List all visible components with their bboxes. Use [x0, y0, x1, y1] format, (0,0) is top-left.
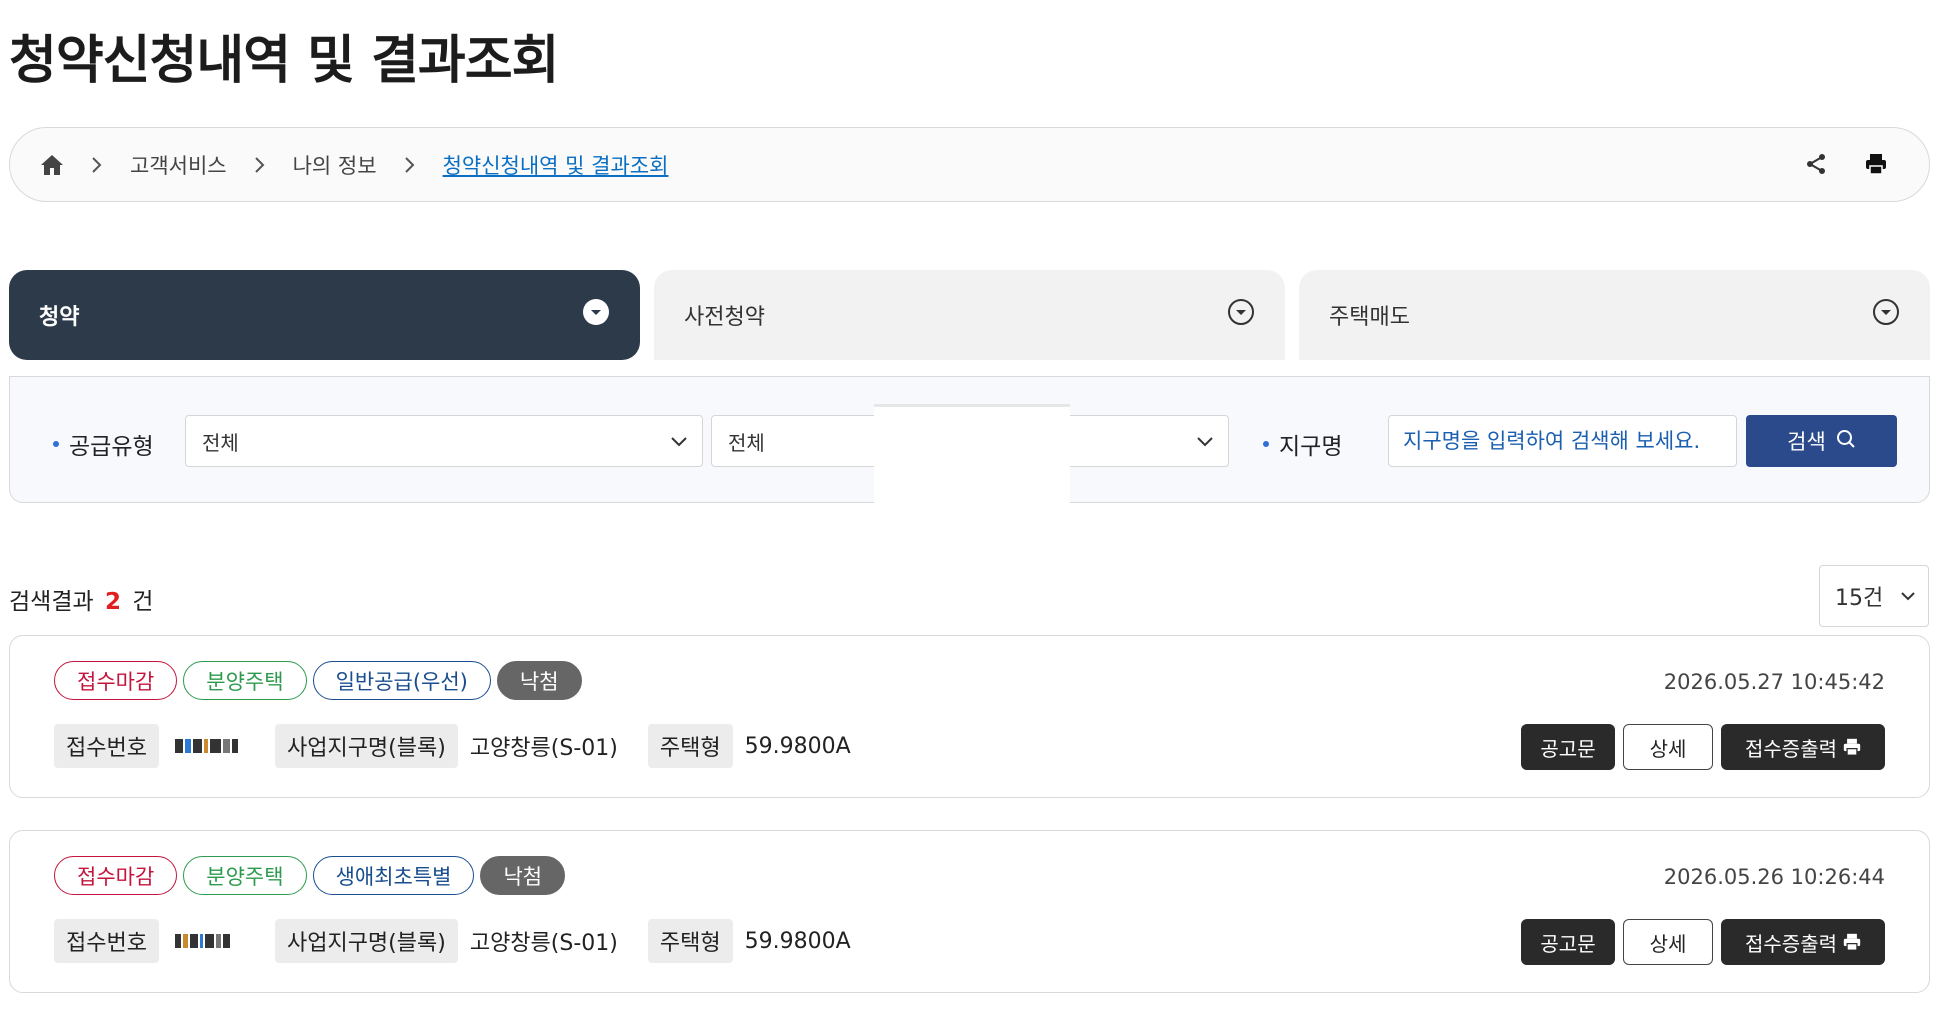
result-count: 검색결과 2 건	[9, 582, 153, 616]
supply-type-label: 공급유형	[53, 427, 154, 461]
chevron-down-circle-icon	[1227, 298, 1255, 326]
chevron-right-icon	[80, 156, 114, 174]
receipt-label: 접수번호	[54, 919, 159, 963]
status-badges: 접수마감 분양주택 생애최초특별 낙첨	[54, 856, 566, 895]
dropdown-overlay	[874, 404, 1070, 504]
status-badge: 접수마감	[54, 661, 178, 700]
receipt-number-masked	[174, 933, 245, 949]
result-badge: 낙첨	[496, 661, 582, 700]
tab-label: 주택매도	[1329, 305, 1410, 330]
chevron-right-icon	[243, 156, 277, 174]
category-tabs: 청약 사전청약 주택매도	[9, 270, 1930, 360]
breadcrumb-item-customer-service[interactable]: 고객서비스	[130, 150, 227, 180]
tab-house-sale[interactable]: 주택매도	[1299, 270, 1930, 360]
district-value: 고양창릉(S-01)	[469, 931, 618, 956]
search-icon	[1836, 429, 1856, 454]
application-card: 접수마감 분양주택 일반공급(우선) 낙첨 2026.05.27 10:45:4…	[9, 635, 1930, 798]
bullet-icon	[1263, 441, 1269, 447]
house-type-value: 59.9800A	[744, 733, 851, 759]
status-badges: 접수마감 분양주택 일반공급(우선) 낙첨	[54, 661, 582, 700]
chevron-right-icon	[393, 156, 427, 174]
chevron-down-circle-icon	[1872, 298, 1900, 326]
breadcrumb-item-my-info[interactable]: 나의 정보	[293, 150, 377, 180]
result-suffix: 건	[132, 589, 154, 615]
card-actions: 공고문 상세 접수증출력	[1521, 919, 1885, 965]
district-value: 고양창릉(S-01)	[469, 736, 618, 761]
info-row: 접수번호 사업지구명(블록) 고양창릉(S-01) 주택형 59.9800A	[54, 919, 881, 963]
detail-button[interactable]: 상세	[1623, 919, 1713, 965]
card-actions: 공고문 상세 접수증출력	[1521, 724, 1885, 770]
house-type-label: 주택형	[647, 919, 733, 963]
chevron-down-icon	[1194, 430, 1216, 452]
chevron-down-icon	[1898, 586, 1918, 606]
tab-pre-subscription[interactable]: 사전청약	[654, 270, 1285, 360]
print-icon[interactable]	[1863, 150, 1889, 178]
notice-button[interactable]: 공고문	[1521, 724, 1615, 770]
district-label-text: 지구명	[1279, 434, 1343, 460]
receipt-number-masked	[174, 738, 245, 754]
info-row: 접수번호 사업지구명(블록) 고양창릉(S-01) 주택형 59.9800A	[54, 724, 881, 768]
print-receipt-label: 접수증출력	[1745, 931, 1837, 956]
result-badge: 낙첨	[480, 856, 566, 895]
supply-type-label-text: 공급유형	[69, 434, 154, 460]
supply-badge: 생애최초특별	[312, 856, 475, 895]
print-receipt-button[interactable]: 접수증출력	[1721, 724, 1885, 770]
receipt-label: 접수번호	[54, 724, 159, 768]
print-icon	[1843, 933, 1861, 951]
select-value: 전체	[728, 430, 765, 455]
result-prefix: 검색결과	[9, 589, 94, 615]
notice-button[interactable]: 공고문	[1521, 919, 1615, 965]
district-search-input[interactable]	[1388, 415, 1737, 467]
breadcrumb-actions	[1803, 150, 1889, 178]
page-size-value: 15건	[1835, 586, 1884, 611]
bullet-icon	[53, 441, 59, 447]
print-receipt-label: 접수증출력	[1745, 736, 1837, 761]
print-receipt-button[interactable]: 접수증출력	[1721, 919, 1885, 965]
district-label: 지구명	[1263, 427, 1342, 461]
share-icon[interactable]	[1803, 150, 1829, 178]
district-label: 사업지구명(블록)	[274, 919, 458, 963]
tab-label: 청약	[39, 305, 80, 330]
breadcrumb: 고객서비스 나의 정보 청약신청내역 및 결과조회	[9, 127, 1930, 202]
type-badge: 분양주택	[183, 661, 307, 700]
search-button-label: 검색	[1787, 430, 1826, 454]
house-type-label: 주택형	[647, 724, 733, 768]
supply-type-select[interactable]: 전체	[185, 415, 703, 467]
home-icon[interactable]	[40, 153, 64, 177]
type-badge: 분양주택	[183, 856, 307, 895]
tab-subscription[interactable]: 청약	[9, 270, 640, 360]
application-date: 2026.05.26 10:26:44	[1663, 865, 1885, 889]
supply-badge: 일반공급(우선)	[312, 661, 491, 700]
search-button[interactable]: 검색	[1746, 415, 1897, 467]
chevron-down-circle-icon	[582, 298, 610, 326]
detail-button[interactable]: 상세	[1623, 724, 1713, 770]
district-label: 사업지구명(블록)	[274, 724, 458, 768]
chevron-down-icon	[668, 430, 690, 452]
result-number: 2	[104, 589, 121, 615]
select-value: 전체	[202, 430, 239, 455]
print-icon	[1843, 738, 1861, 756]
application-date: 2026.05.27 10:45:42	[1663, 670, 1885, 694]
house-type-value: 59.9800A	[744, 928, 851, 954]
tab-label: 사전청약	[684, 305, 765, 330]
application-card: 접수마감 분양주택 생애최초특별 낙첨 2026.05.26 10:26:44 …	[9, 830, 1930, 993]
page-size-select[interactable]: 15건	[1819, 565, 1929, 627]
breadcrumb-current[interactable]: 청약신청내역 및 결과조회	[443, 150, 669, 180]
status-badge: 접수마감	[54, 856, 178, 895]
page-title: 청약신청내역 및 결과조회	[9, 31, 559, 91]
